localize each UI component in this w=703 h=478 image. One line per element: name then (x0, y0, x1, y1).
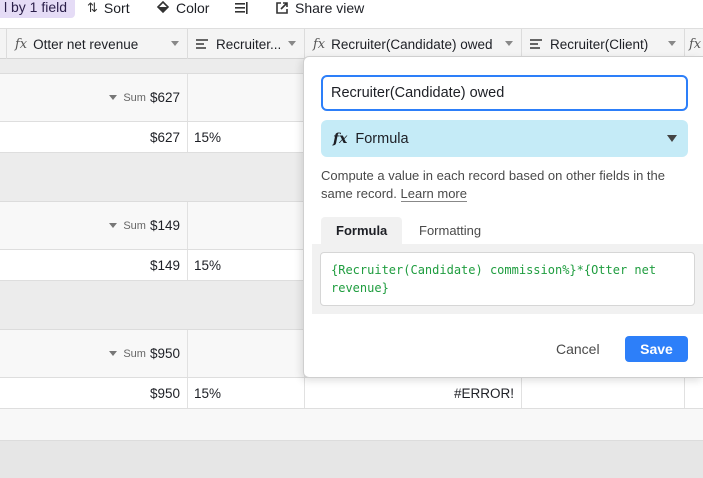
group-cell (188, 330, 305, 377)
column-header-label: Recruiter... (216, 36, 282, 52)
summary-value: $149 (149, 218, 180, 233)
caret-down-icon (109, 223, 118, 228)
cell-recruiter-client[interactable] (522, 378, 685, 408)
group-button[interactable]: l by 1 field (0, 0, 76, 18)
sort-label: Sort (103, 0, 130, 16)
summary-label: Sum (123, 91, 146, 104)
formula-icon: fx (333, 130, 348, 147)
cell-otter-net-revenue[interactable]: $950 (7, 378, 188, 408)
view-toolbar: l by 1 field ⇅ Sort Color Share view (0, 0, 703, 28)
cell-recruiter-commission[interactable]: 15% (188, 250, 305, 280)
cell-otter-net-revenue[interactable]: $149 (7, 250, 188, 280)
field-type-label: Formula (355, 130, 409, 147)
caret-down-icon (109, 351, 118, 356)
column-header-recruiter-client[interactable]: Recruiter(Client) (522, 29, 685, 59)
group-footer (0, 409, 703, 441)
tab-formatting[interactable]: Formatting (404, 217, 496, 244)
column-header-label: Recruiter(Client) (550, 36, 649, 52)
formula-icon: fx (313, 36, 326, 52)
cell-otter-net-revenue[interactable]: $627 (7, 122, 188, 152)
field-type-description: Compute a value in each record based on … (321, 167, 696, 203)
column-header-recruiter-candidate-owed[interactable]: fx Recruiter(Candidate) owed (305, 29, 522, 59)
column-header-next[interactable]: fx (685, 29, 703, 59)
cell-recruiter-commission[interactable]: 15% (188, 122, 305, 152)
column-header-label: Recruiter(Candidate) owed (331, 36, 493, 52)
chevron-down-icon[interactable] (288, 41, 296, 46)
column-header-otter-net-revenue[interactable]: fx Otter net revenue (7, 29, 188, 59)
chevron-down-icon[interactable] (668, 41, 676, 46)
chevron-down-icon[interactable] (171, 41, 179, 46)
group-cell (188, 202, 305, 249)
lookup-icon (530, 38, 544, 50)
summary-label: Sum (123, 219, 146, 232)
formula-editor[interactable]: {Recruiter(Candidate) commission%}*{Otte… (320, 252, 695, 306)
group-summary-cell[interactable]: Sum $149 (7, 202, 188, 249)
cancel-button[interactable]: Cancel (556, 336, 600, 362)
column-header-label: Otter net revenue (33, 36, 139, 52)
caret-down-icon (667, 135, 677, 142)
description-text: Compute a value in each record based on … (321, 168, 665, 201)
summary-label: Sum (123, 347, 146, 360)
column-header-recruiter-commission[interactable]: Recruiter... (188, 29, 305, 59)
field-type-select[interactable]: fx Formula (321, 120, 688, 157)
summary-value: $950 (149, 346, 180, 361)
row-height-button[interactable] (234, 0, 248, 18)
cell-recruiter-candidate-owed[interactable]: #ERROR! (305, 378, 522, 408)
chevron-down-icon[interactable] (505, 41, 513, 46)
group-summary-cell[interactable]: Sum $627 (7, 74, 188, 121)
share-icon (276, 2, 288, 14)
share-view-button[interactable]: Share view (275, 0, 364, 18)
caret-down-icon (109, 95, 118, 100)
lookup-icon (196, 38, 210, 50)
color-label: Color (176, 0, 210, 16)
formula-editor-panel: {Recruiter(Candidate) commission%}*{Otte… (312, 244, 703, 314)
cell-recruiter-commission[interactable]: 15% (188, 378, 305, 408)
group-cell (188, 74, 305, 121)
field-editor-dialog: fx Formula Compute a value in each recor… (303, 56, 703, 378)
sort-icon: ⇅ (87, 0, 98, 15)
sort-button[interactable]: ⇅ Sort (87, 0, 130, 18)
group-label: l by 1 field (4, 0, 68, 15)
learn-more-link[interactable]: Learn more (400, 186, 467, 202)
field-name-input[interactable] (321, 75, 688, 111)
header-spacer (0, 29, 7, 59)
row-height-icon (235, 2, 248, 14)
save-button[interactable]: Save (625, 336, 688, 362)
color-button[interactable]: Color (156, 0, 209, 18)
formula-icon: fx (15, 36, 28, 52)
group-summary-cell[interactable]: Sum $950 (7, 330, 188, 377)
column-header-row: fx Otter net revenue Recruiter... fx Rec… (0, 28, 703, 59)
tab-formula[interactable]: Formula (321, 217, 403, 244)
paint-bucket-icon (156, 1, 170, 14)
table-row[interactable]: $950 15% #ERROR! (0, 378, 703, 409)
summary-value: $627 (149, 90, 180, 105)
formula-icon: fx (689, 36, 702, 52)
grid-bottom-area (0, 441, 703, 478)
share-view-label: Share view (295, 0, 365, 16)
